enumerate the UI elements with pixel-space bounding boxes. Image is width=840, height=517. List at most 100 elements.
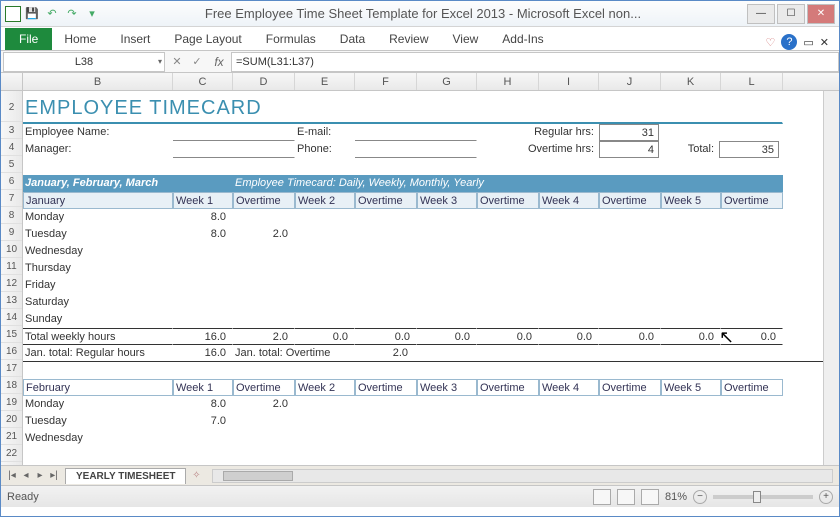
zoom-level[interactable]: 81% — [665, 491, 687, 503]
row-header[interactable]: 16 — [1, 343, 22, 360]
row-header[interactable]: 17 — [1, 360, 22, 377]
tab-page-layout[interactable]: Page Layout — [162, 28, 253, 50]
worksheet-grid[interactable]: B C D E F G H I J K L 2 3 4 5 6 7 8 9 10… — [1, 73, 839, 465]
day-label: Wednesday — [23, 430, 173, 447]
enter-formula-icon[interactable]: ✓ — [187, 55, 207, 68]
tab-formulas[interactable]: Formulas — [254, 28, 328, 50]
row-header[interactable]: 4 — [1, 139, 22, 156]
row-header[interactable]: 7 — [1, 190, 22, 207]
horizontal-scrollbar[interactable] — [212, 469, 833, 483]
hscroll-thumb[interactable] — [223, 471, 293, 481]
col-header[interactable]: D — [233, 73, 295, 90]
redo-icon[interactable]: ↷ — [63, 5, 81, 23]
row-header[interactable]: 5 — [1, 156, 22, 173]
cancel-formula-icon[interactable]: ✕ — [167, 55, 187, 68]
row-header[interactable]: 13 — [1, 292, 22, 309]
view-page-break-icon[interactable] — [641, 489, 659, 505]
manager-field[interactable] — [173, 141, 295, 158]
zoom-out-icon[interactable]: − — [693, 490, 707, 504]
tab-nav-last-icon[interactable]: ▸| — [47, 470, 61, 481]
week-header: Week 2 — [295, 379, 355, 396]
col-header[interactable]: H — [477, 73, 539, 90]
week-header: Week 4 — [539, 379, 599, 396]
sheet-tab-active[interactable]: YEARLY TIMESHEET — [65, 468, 186, 484]
row-header[interactable]: 21 — [1, 428, 22, 445]
formula-input[interactable]: =SUM(L31:L37) — [231, 52, 839, 72]
cell-value[interactable]: 7.0 — [173, 413, 233, 430]
row-header[interactable]: 11 — [1, 258, 22, 275]
day-label: Wednesday — [23, 243, 173, 260]
save-icon[interactable]: 💾 — [23, 5, 41, 23]
total-cell: 0.0 — [477, 328, 539, 345]
tab-nav-next-icon[interactable]: ▸ — [33, 470, 47, 481]
name-box-dropdown-icon[interactable]: ▾ — [158, 57, 162, 66]
view-normal-icon[interactable] — [593, 489, 611, 505]
cell-value[interactable]: 8.0 — [173, 209, 233, 226]
undo-icon[interactable]: ↶ — [43, 5, 61, 23]
row-header[interactable]: 2 — [1, 94, 22, 122]
tab-review[interactable]: Review — [377, 28, 440, 50]
row-header[interactable]: 15 — [1, 326, 22, 343]
help-icon[interactable]: ? — [781, 34, 797, 50]
zoom-in-icon[interactable]: + — [819, 490, 833, 504]
col-header[interactable]: J — [599, 73, 661, 90]
total-cell: 2.0 — [233, 328, 295, 345]
sheet-tab-bar: |◂ ◂ ▸ ▸| YEARLY TIMESHEET ✧ — [1, 465, 839, 485]
name-box[interactable]: L38 ▾ — [3, 52, 165, 72]
tab-nav-first-icon[interactable]: |◂ — [5, 470, 19, 481]
cell-value[interactable]: 8.0 — [173, 226, 233, 243]
cell-value[interactable]: 2.0 — [233, 226, 295, 243]
row-header[interactable]: 20 — [1, 411, 22, 428]
vertical-scrollbar[interactable] — [823, 91, 839, 465]
row-header[interactable]: 6 — [1, 173, 22, 190]
row-header[interactable]: 12 — [1, 275, 22, 292]
file-tab[interactable]: File — [5, 28, 52, 50]
cell-value[interactable]: 8.0 — [173, 396, 233, 413]
tab-view[interactable]: View — [441, 28, 491, 50]
row-header[interactable]: 18 — [1, 377, 22, 394]
select-all-corner[interactable] — [1, 73, 23, 90]
jan-ot-value: 2.0 — [355, 345, 415, 361]
tab-addins[interactable]: Add-Ins — [490, 28, 555, 50]
col-header[interactable]: G — [417, 73, 477, 90]
total-value: 35 — [719, 141, 779, 158]
maximize-button[interactable]: ☐ — [777, 4, 805, 24]
row-header[interactable]: 3 — [1, 122, 22, 139]
emp-name-field[interactable] — [173, 124, 295, 141]
col-header[interactable]: I — [539, 73, 599, 90]
tab-nav-prev-icon[interactable]: ◂ — [19, 470, 33, 481]
zoom-thumb[interactable] — [753, 491, 761, 503]
zoom-slider[interactable] — [713, 495, 813, 499]
row-header[interactable]: 22 — [1, 445, 22, 462]
col-header[interactable]: C — [173, 73, 233, 90]
new-sheet-icon[interactable]: ✧ — [186, 470, 206, 481]
row-header[interactable]: 10 — [1, 241, 22, 258]
row-header[interactable]: 8 — [1, 207, 22, 224]
col-header[interactable]: F — [355, 73, 417, 90]
week-header: Week 1 — [173, 192, 233, 209]
quick-access-toolbar: 💾 ↶ ↷ ▾ — [5, 5, 101, 23]
jan-ot-label: Jan. total: Overtime — [233, 345, 355, 361]
tab-data[interactable]: Data — [328, 28, 377, 50]
row-header[interactable]: 9 — [1, 224, 22, 241]
cell-value[interactable]: 2.0 — [233, 396, 295, 413]
col-header[interactable]: E — [295, 73, 355, 90]
ribbon-heart-icon[interactable]: ♡ — [766, 36, 776, 49]
tab-home[interactable]: Home — [52, 28, 108, 50]
col-header[interactable]: L — [721, 73, 783, 90]
minimize-button[interactable]: — — [747, 4, 775, 24]
fx-icon[interactable]: fx — [207, 55, 231, 69]
workbook-close-icon[interactable]: ✕ — [820, 36, 829, 49]
ribbon-minimize-icon[interactable]: ▭ — [803, 36, 813, 49]
row-header[interactable]: 14 — [1, 309, 22, 326]
tab-insert[interactable]: Insert — [108, 28, 162, 50]
row-header[interactable]: 19 — [1, 394, 22, 411]
view-page-layout-icon[interactable] — [617, 489, 635, 505]
cells-area[interactable]: EMPLOYEE TIMECARD Employee Name: E-mail:… — [23, 91, 839, 465]
phone-field[interactable] — [355, 141, 477, 158]
qat-dropdown-icon[interactable]: ▾ — [83, 5, 101, 23]
email-field[interactable] — [355, 124, 477, 141]
col-header[interactable]: K — [661, 73, 721, 90]
close-button[interactable]: ✕ — [807, 4, 835, 24]
col-header[interactable]: B — [23, 73, 173, 90]
